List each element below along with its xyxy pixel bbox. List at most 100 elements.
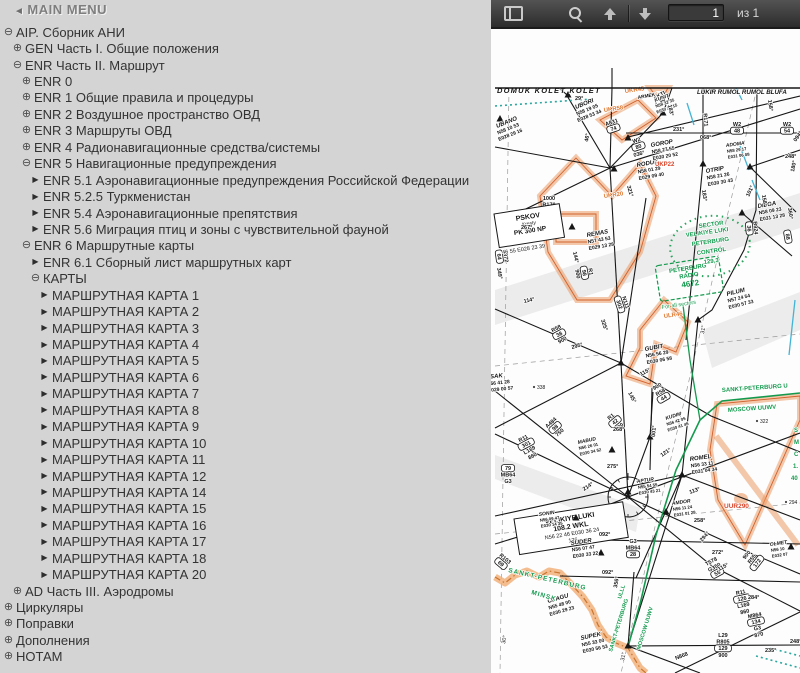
expand-icon[interactable]: ⊕ [20,76,33,87]
spot-elevation-value: 294 [789,500,798,506]
tree-item[interactable]: ▶ENR 5.6 Миграция птиц и зоны с чувствит… [0,221,491,237]
tree-item-label: ENR 2 Воздушное пространство ОВД [33,107,260,122]
tree-item[interactable]: ⊕ENR 3 Маршруты ОВД [0,123,491,139]
previous-page-button[interactable] [597,0,623,27]
tree-item[interactable]: ▶МАРШРУТНАЯ КАРТА 8 [0,402,491,418]
tree-item[interactable]: ⊕Поправки [0,616,491,632]
tree-item[interactable]: ⊖КАРТЫ [0,271,491,287]
badge-text: 48 [734,129,740,135]
route-badge: B92436 [745,221,759,236]
expand-icon[interactable]: ⊕ [20,125,33,136]
tree-item-label: МАРШРУТНАЯ КАРТА 17 [51,534,206,549]
expand-icon[interactable]: ⊕ [2,618,15,629]
spot-elevation-value: 322 [760,419,769,425]
tree-item-label: GEN Часть I. Общие положения [24,41,219,56]
expand-icon[interactable]: ⊕ [20,142,33,153]
leaf-arrow-icon: ▶ [38,472,51,480]
tree-item[interactable]: ⊕ENR 4 Радионавигационные средства/систе… [0,139,491,155]
map-label: 1. [793,464,798,470]
page-number-input[interactable] [668,4,724,21]
badge-text: L29 [718,633,727,639]
expand-icon[interactable]: ⊕ [2,602,15,613]
badge-text: G3 [504,479,511,485]
collapse-left-icon: ◄ [14,6,24,17]
tree-item[interactable]: ⊕AD Часть III. Аэродромы [0,583,491,599]
expand-icon[interactable]: ⊕ [20,92,33,103]
tree-item[interactable]: ▶ENR 6.1 Сборный лист маршрутных карт [0,254,491,270]
tree-item[interactable]: ⊕Циркуляры [0,599,491,615]
tree-item[interactable]: ▶МАРШРУТНАЯ КАРТА 17 [0,534,491,550]
map-label: UUR290 [724,503,749,510]
tree-item[interactable]: ⊕ENR 2 Воздушное пространство ОВД [0,106,491,122]
document-page[interactable]: A83174W280W248W254R198900R5838900900R584… [491,29,800,673]
badge-text: 129 [718,646,727,652]
expand-icon[interactable]: ⊕ [20,109,33,120]
leaf-arrow-icon: ▶ [29,209,42,217]
tree-item-label: МАРШРУТНАЯ КАРТА 2 [51,304,199,319]
tree-item[interactable]: ⊖AIP. Сборник АНИ [0,24,491,40]
collapse-icon[interactable]: ⊖ [20,240,33,251]
tree-item-label: МАРШРУТНАЯ КАРТА 10 [51,436,206,451]
expand-icon[interactable]: ⊕ [11,586,24,597]
leaf-arrow-icon: ▶ [38,291,51,299]
expand-icon[interactable]: ⊕ [2,651,15,662]
tree-item-label: ENR 5 Навигационные предупреждения [33,156,277,171]
tree-item[interactable]: ▶МАРШРУТНАЯ КАРТА 15 [0,501,491,517]
tree-item[interactable]: ▶МАРШРУТНАЯ КАРТА 1 [0,287,491,303]
leaf-arrow-icon: ▶ [38,439,51,447]
tree-item[interactable]: ▶МАРШРУТНАЯ КАРТА 7 [0,386,491,402]
tree-item[interactable]: ▶МАРШРУТНАЯ КАРТА 16 [0,517,491,533]
next-page-button[interactable] [632,0,658,27]
search-button[interactable] [563,0,589,27]
tree-item[interactable]: ▶МАРШРУТНАЯ КАРТА 14 [0,484,491,500]
badge-text: 28 [630,552,636,558]
main-menu-toggle[interactable]: ◄MAIN MENU [14,2,107,17]
tree-item[interactable]: ⊕ENR 0 [0,73,491,89]
expand-icon[interactable]: ⊕ [11,43,24,54]
tree-item[interactable]: ⊕НОТАМ [0,649,491,665]
tree-item[interactable]: ▶МАРШРУТНАЯ КАРТА 2 [0,303,491,319]
map-label: 258° [694,518,705,524]
leaf-arrow-icon: ▶ [29,258,42,266]
tree-item[interactable]: ▶ENR 5.1 Аэронавигационные предупреждени… [0,172,491,188]
tree-item[interactable]: ⊖ENR Часть II. Маршрут [0,57,491,73]
tree-item[interactable]: ⊖ENR 6 Маршрутные карты [0,238,491,254]
pdf-viewer-panel: из 1 A83174W280W248W254R198900R583890090… [491,0,800,673]
tree-item-label: МАРШРУТНАЯ КАРТА 16 [51,518,206,533]
leaf-arrow-icon: ▶ [38,390,51,398]
leaf-arrow-icon: ▶ [38,341,51,349]
badge-text: 79 [505,466,511,472]
collapse-icon[interactable]: ⊖ [20,158,33,169]
tree-item-label: ENR 5.4 Аэронавигационные препятствия [42,206,298,221]
map-label: 068° [700,135,711,141]
tree-item-label: Поправки [15,616,74,631]
leaf-arrow-icon: ▶ [29,225,42,233]
tree-item[interactable]: ▶МАРШРУТНАЯ КАРТА 20 [0,566,491,582]
tree-item[interactable]: ⊕GEN Часть I. Общие положения [0,40,491,56]
tree-item-label: ENR 0 [33,74,72,89]
badge-text: MB64 [501,473,517,479]
tree-item[interactable]: ▶МАРШРУТНАЯ КАРТА 11 [0,451,491,467]
tree-item[interactable]: ▶МАРШРУТНАЯ КАРТА 4 [0,336,491,352]
collapse-icon[interactable]: ⊖ [11,60,24,71]
spot-elevation-dot [533,386,535,388]
collapse-icon[interactable]: ⊖ [29,273,42,284]
tree-item[interactable]: ▶МАРШРУТНАЯ КАРТА 3 [0,320,491,336]
tree-item[interactable]: ⊕ENR 1 Общие правила и процедуры [0,90,491,106]
navigation-tree-panel: ◄MAIN MENU ⊖AIP. Сборник АНИ⊕GEN Часть I… [0,0,491,673]
expand-icon[interactable]: ⊕ [2,635,15,646]
tree-item[interactable]: ▶МАРШРУТНАЯ КАРТА 18 [0,550,491,566]
tree-item[interactable]: ▶МАРШРУТНАЯ КАРТА 12 [0,468,491,484]
sidebar-toggle-button[interactable] [499,0,527,27]
tree-item[interactable]: ▶ENR 5.4 Аэронавигационные препятствия [0,205,491,221]
tree-item[interactable]: ⊖ENR 5 Навигационные предупреждения [0,156,491,172]
tree-item[interactable]: ▶МАРШРУТНАЯ КАРТА 5 [0,353,491,369]
leaf-arrow-icon: ▶ [38,456,51,464]
tree-item[interactable]: ▶МАРШРУТНАЯ КАРТА 6 [0,369,491,385]
map-label: 001° [651,425,658,437]
tree-item[interactable]: ⊕Дополнения [0,632,491,648]
tree-item[interactable]: ▶МАРШРУТНАЯ КАРТА 9 [0,419,491,435]
tree-item[interactable]: ▶МАРШРУТНАЯ КАРТА 10 [0,435,491,451]
tree-item[interactable]: ▶ENR 5.2.5 Туркменистан [0,188,491,204]
collapse-icon[interactable]: ⊖ [2,27,15,38]
